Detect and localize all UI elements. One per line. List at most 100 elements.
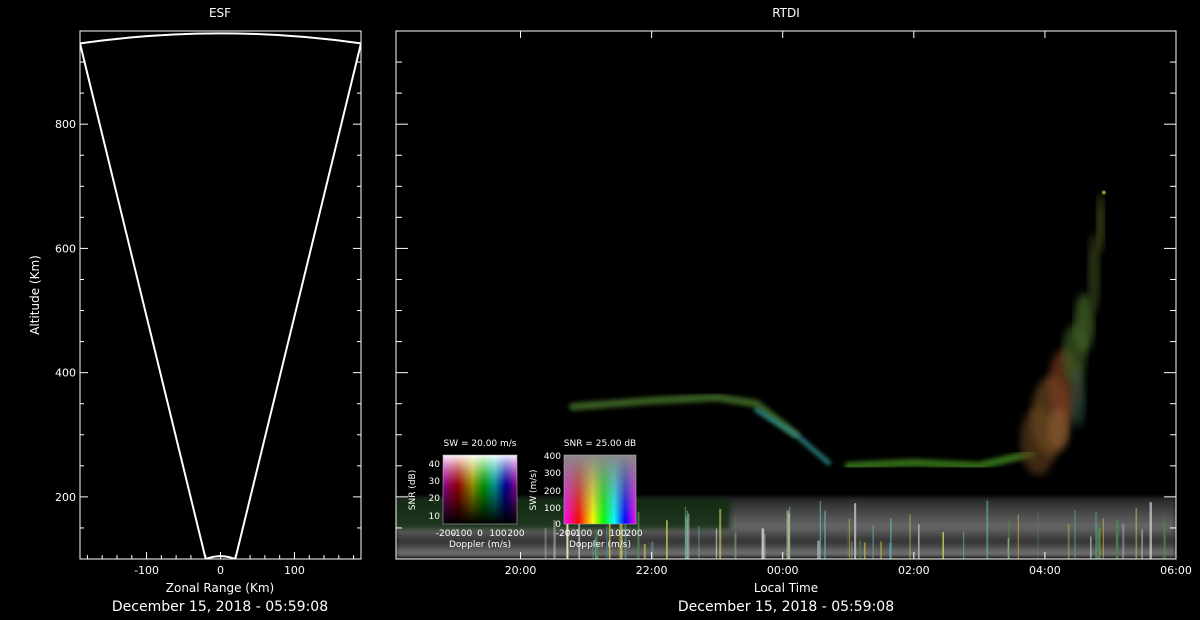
esf-xtick-label: 100 — [284, 564, 305, 577]
legend2-xtick: 100 — [609, 529, 626, 539]
esf-xtick-label: -100 — [134, 564, 159, 577]
rtdi-clutter-streak — [1135, 507, 1138, 559]
rtdi-clutter-streak — [1007, 520, 1010, 559]
legend1-xtick: 0 — [477, 529, 483, 539]
rtdi-clutter-streak — [1099, 528, 1101, 559]
esf-timestamp: December 15, 2018 - 05:59:08 — [112, 599, 328, 615]
rtdi-clutter-streak — [684, 515, 688, 559]
legend2-ytick: 100 — [544, 504, 561, 514]
rtdi-clutter-streak — [824, 510, 826, 559]
rtdi-clutter-streak — [848, 518, 850, 559]
rtdi-clutter-streak — [909, 514, 911, 559]
rtdi-clutter-streak — [1121, 523, 1125, 559]
rtdi-clutter-streak — [697, 525, 700, 559]
legend2-ytick: 200 — [544, 487, 561, 497]
rtdi-plume-top — [1101, 190, 1106, 195]
esf-ytick-label: 800 — [55, 118, 76, 131]
rtdi-clutter-streak — [854, 503, 857, 559]
rtdi-clutter-streak — [846, 523, 848, 559]
rtdi-clutter-streak — [643, 543, 646, 559]
rtdi-plume-blob — [1048, 408, 1069, 449]
rtdi-clutter-streak — [819, 500, 822, 559]
rtdi-clutter-streak — [789, 506, 791, 559]
rtdi-clutter-streak — [872, 525, 874, 559]
rtdi-clutter-streak — [688, 513, 690, 559]
legend1-xtick: -100 — [452, 529, 473, 539]
legend2-ytick: 0 — [555, 520, 561, 530]
legend2-grey — [564, 455, 636, 524]
esf-ylabel: Altitude (Km) — [28, 255, 42, 335]
rtdi-plume-blob — [1069, 367, 1086, 428]
esf-ytick-label: 200 — [55, 491, 76, 504]
esf-ytick-label: 600 — [55, 242, 76, 255]
legend1-xtick: 100 — [489, 529, 506, 539]
rtdi-clutter-streak — [1115, 519, 1119, 559]
rtdi-clutter-streak — [544, 527, 547, 559]
legend2-ytick: 300 — [544, 469, 561, 479]
legend1-ytick: 30 — [429, 477, 441, 487]
rtdi-clutter-streak — [715, 528, 718, 559]
rtdi-clutter-streak — [786, 510, 789, 559]
legend1-title: SW = 20.00 m/s — [444, 439, 517, 449]
esf-xtick-label: 0 — [217, 564, 224, 577]
legend1-xlabel: Doppler (m/s) — [449, 540, 511, 550]
esf-panel: ESF -100 0 100 200 400 600 800 Zonal Range (Km… — [28, 6, 362, 615]
rtdi-clutter-streak — [1095, 511, 1097, 559]
legend2-xtick: 0 — [597, 529, 603, 539]
legend2-xtick: -100 — [572, 529, 593, 539]
rtdi-clutter-streak — [1102, 518, 1104, 559]
rtdi-plume-blob — [1096, 193, 1105, 254]
legend2-xtick: 200 — [625, 529, 642, 539]
rtdi-clutter-streak — [666, 520, 668, 559]
rtdi-clutter-streak — [1141, 529, 1143, 559]
rtdi-clutter-streak — [1037, 512, 1039, 559]
rtdi-clutter-streak — [1090, 536, 1092, 559]
legend2-ylabel: SW (m/s) — [529, 470, 539, 511]
rtdi-clutter-streak — [880, 541, 882, 559]
legend1-ytick: 10 — [429, 512, 441, 522]
legend1-ytick: 40 — [429, 460, 441, 470]
rtdi-xtick-label: 04:00 — [1029, 564, 1061, 577]
rtdi-clutter-streak — [986, 500, 989, 559]
rtdi-clutter-streak — [1074, 510, 1076, 559]
rtdi-xtick-label: 00:00 — [767, 564, 799, 577]
rtdi-clutter-streak — [764, 533, 766, 559]
esf-plot-area — [80, 32, 361, 559]
rtdi-panel: RTDI 20:00 22:00 00:00 02:00 04:00 06:00 Loca… — [395, 6, 1192, 615]
rtdi-xtick-label: 22:00 — [636, 564, 668, 577]
rtdi-clutter-streak — [851, 541, 853, 559]
legend2-xlabel: Doppler (m/s) — [569, 540, 631, 550]
rtdi-clutter-streak — [735, 516, 737, 559]
rtdi-clutter-streak — [719, 508, 722, 559]
legend2-ytick: 400 — [544, 452, 561, 462]
rtdi-clutter-streak — [1067, 523, 1070, 559]
figure: ESF -100 0 100200400600800 Zonal Range (Km… — [28, 6, 1192, 615]
rtdi-clutter-streak — [917, 524, 920, 559]
rtdi-clutter-streak — [863, 542, 866, 559]
rtdi-clutter-streak — [1017, 514, 1019, 559]
rtdi-clutter-streak — [1149, 502, 1152, 559]
legend1-ylabel: SNR (dB) — [408, 470, 418, 510]
rtdi-clutter-streak — [890, 518, 892, 559]
rtdi-clutter-streak — [1163, 514, 1165, 559]
rtdi-clutter-streak — [942, 531, 944, 559]
rtdi-title: RTDI — [772, 6, 800, 20]
rtdi-clutter-streak — [858, 540, 862, 559]
rtdi-clutter-streak — [761, 528, 765, 559]
legend1-dark — [443, 455, 517, 524]
esf-ytick-label: 400 — [55, 367, 76, 380]
esf-ticks: -100 0 100 200 400 600 800 — [55, 30, 361, 577]
rtdi-xtick-label: 02:00 — [898, 564, 930, 577]
rtdi-xlabel: Local Time — [754, 581, 818, 595]
rtdi-timestamp: December 15, 2018 - 05:59:08 — [678, 599, 894, 615]
rtdi-clutter-streak — [817, 540, 820, 559]
esf-frame — [79, 30, 362, 560]
esf-beam-outline — [80, 32, 361, 559]
rtdi-xtick-label: 06:00 — [1160, 564, 1192, 577]
legend2-title: SNR = 25.00 dB — [564, 439, 636, 449]
esf-xlabel: Zonal Range (Km) — [166, 581, 274, 595]
legend1-xtick: 200 — [507, 529, 524, 539]
rtdi-xtick-label: 20:00 — [505, 564, 537, 577]
esf-title: ESF — [209, 6, 231, 20]
rtdi-clutter-streak — [962, 531, 965, 559]
